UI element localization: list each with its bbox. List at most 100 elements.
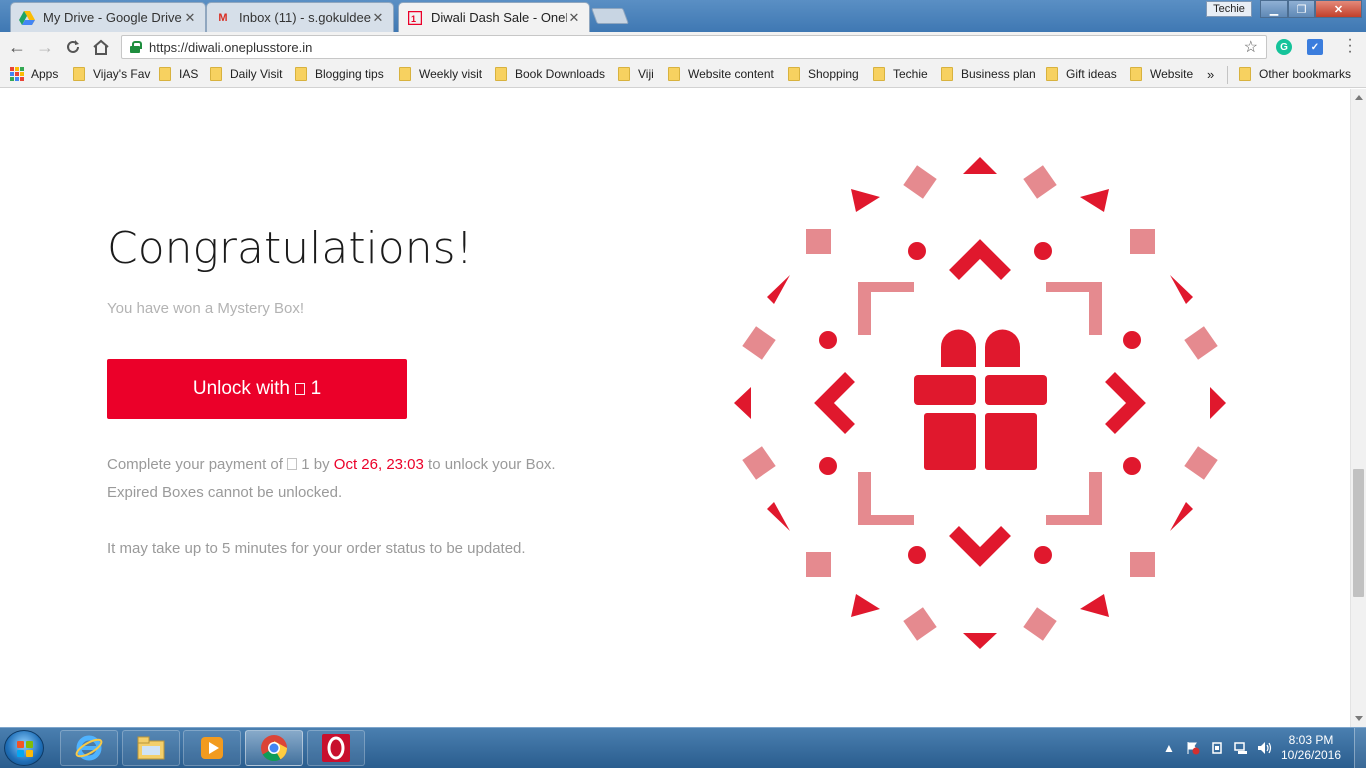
tab-gmail[interactable]: M Inbox (11) - s.gokuldeepa ✕ <box>206 2 394 32</box>
address-bar[interactable]: https://diwali.oneplusstore.in ☆ <box>121 35 1267 59</box>
url-text: https://diwali.oneplusstore.in <box>149 40 313 55</box>
page-title: Congratulations! <box>107 223 474 274</box>
bookmark-folder[interactable]: Website <box>1130 67 1193 81</box>
expired-note: Expired Boxes cannot be unlocked. <box>107 484 343 501</box>
bookmark-other[interactable]: Other bookmarks <box>1239 67 1351 81</box>
bookmark-folder[interactable]: Business plan <box>941 67 1036 81</box>
decor-dots <box>819 242 1141 564</box>
chrome-menu-icon[interactable]: · · · <box>1343 32 1357 60</box>
home-icon[interactable] <box>90 36 112 58</box>
bookmark-folder[interactable]: Viji <box>618 67 654 81</box>
deadline-time: Oct 26, 23:03 <box>333 456 424 473</box>
windows-taskbar: ▲ 8:03 PM 10/26/2016 <box>0 727 1366 768</box>
extension-check-icon[interactable]: ✓ <box>1307 39 1323 55</box>
bookmark-label: Vijay's Fav <box>93 67 151 81</box>
back-arrow-icon[interactable]: ← <box>6 36 28 58</box>
bookmark-label: Blogging tips <box>315 67 384 81</box>
folder-icon <box>1130 67 1142 81</box>
folder-icon <box>873 67 885 81</box>
bookmark-folder[interactable]: Daily Visit <box>210 67 282 81</box>
bookmark-folder[interactable]: Weekly visit <box>399 67 482 81</box>
status-note: It may take up to 5 minutes for your ord… <box>107 540 526 557</box>
page-scrollbar[interactable] <box>1350 89 1366 727</box>
show-hidden-icons-icon[interactable]: ▲ <box>1162 741 1176 755</box>
taskbar-media-player[interactable] <box>183 730 241 766</box>
forward-arrow-icon[interactable]: → <box>34 36 56 58</box>
taskbar-opera[interactable] <box>307 730 365 766</box>
bookmark-folder[interactable]: Blogging tips <box>295 67 384 81</box>
profile-button[interactable]: Techie <box>1206 1 1252 17</box>
bookmark-label: Business plan <box>961 67 1036 81</box>
bookmarks-overflow-button[interactable]: » <box>1207 67 1214 82</box>
close-icon[interactable]: ✕ <box>183 10 197 26</box>
folder-icon <box>668 67 680 81</box>
payment-prefix: Complete your payment of <box>107 456 283 473</box>
bookmark-folder[interactable]: Website content <box>668 67 774 81</box>
gmail-icon: M <box>218 11 228 24</box>
minimize-button[interactable]: ▁ <box>1260 0 1288 18</box>
close-icon[interactable]: ✕ <box>567 10 581 26</box>
bookmark-star-icon[interactable]: ☆ <box>1244 37 1258 57</box>
bookmark-apps[interactable]: Apps <box>10 67 58 81</box>
unlock-button[interactable]: Unlock with 1 <box>107 359 407 419</box>
bookmark-label: Gift ideas <box>1066 67 1117 81</box>
grammarly-icon[interactable]: G <box>1276 39 1292 55</box>
bookmark-label: Viji <box>638 67 654 81</box>
windows-logo-icon <box>17 741 33 757</box>
outer-triangles <box>734 157 1226 649</box>
tab-google-drive[interactable]: My Drive - Google Drive ✕ <box>10 2 206 32</box>
bookmark-label: Daily Visit <box>230 67 283 81</box>
start-button[interactable] <box>4 730 44 766</box>
reload-icon[interactable] <box>62 36 84 58</box>
chrome-icon <box>261 735 288 762</box>
system-clock[interactable]: 8:03 PM 10/26/2016 <box>1276 733 1346 763</box>
taskbar-chrome[interactable] <box>245 730 303 766</box>
unlock-amount: 1 <box>310 378 322 399</box>
folder-icon <box>941 67 953 81</box>
bookmark-label: Shopping <box>808 67 859 81</box>
folder-icon <box>1239 67 1251 81</box>
volume-icon[interactable] <box>1257 741 1272 755</box>
file-explorer-icon <box>137 736 165 760</box>
new-tab-button[interactable] <box>591 8 629 24</box>
tab-diwali-dash-sale[interactable]: 1 Diwali Dash Sale - OnePl ✕ <box>398 2 590 32</box>
bookmark-folder[interactable]: Vijay's Fav <box>73 67 150 81</box>
action-center-flag-icon[interactable] <box>1186 741 1200 755</box>
window-close-button[interactable]: ✕ <box>1315 0 1362 18</box>
folder-icon <box>159 67 171 81</box>
tab-title: My Drive - Google Drive <box>43 10 182 25</box>
prize-subtitle: You have won a Mystery Box! <box>107 300 305 317</box>
taskbar-internet-explorer[interactable] <box>60 730 118 766</box>
bookmark-folder[interactable]: Techie <box>873 67 928 81</box>
bookmark-folder[interactable]: IAS <box>159 67 198 81</box>
bookmark-folder[interactable]: Book Downloads <box>495 67 605 81</box>
maximize-button[interactable]: ❐ <box>1288 0 1315 18</box>
scroll-up-icon[interactable] <box>1355 95 1363 100</box>
bookmark-folder[interactable]: Gift ideas <box>1046 67 1117 81</box>
show-desktop-button[interactable] <box>1354 728 1366 768</box>
svg-text:1: 1 <box>411 14 416 24</box>
bookmarks-divider <box>1227 66 1228 84</box>
tab-strip: My Drive - Google Drive ✕ M Inbox (11) -… <box>0 0 1366 32</box>
usb-device-icon[interactable] <box>1210 741 1224 755</box>
folder-icon <box>618 67 630 81</box>
internet-explorer-icon <box>75 735 103 761</box>
rupee-symbol-icon <box>287 458 298 470</box>
tab-title: Inbox (11) - s.gokuldeepa <box>239 10 371 25</box>
bookmark-folder[interactable]: Shopping <box>788 67 859 81</box>
oneplus-icon: 1 <box>407 10 423 26</box>
scroll-thumb[interactable] <box>1353 469 1364 597</box>
bookmark-label: Book Downloads <box>515 67 606 81</box>
bookmark-label: Website <box>1150 67 1194 81</box>
folder-icon <box>1046 67 1058 81</box>
folder-icon <box>399 67 411 81</box>
close-icon[interactable]: ✕ <box>371 10 385 26</box>
payment-deadline-text: Complete your payment of 1 by Oct 26, 23… <box>107 456 556 473</box>
taskbar-file-explorer[interactable] <box>122 730 180 766</box>
bookmark-label: Techie <box>893 67 928 81</box>
network-icon[interactable] <box>1234 741 1248 755</box>
scroll-down-icon[interactable] <box>1355 716 1363 721</box>
payment-suffix: to unlock your Box. <box>428 456 556 473</box>
browser-toolbar: ← → https://diwali.oneplusstore.in ☆ G ✓… <box>0 32 1366 62</box>
bookmark-label: Website content <box>688 67 774 81</box>
